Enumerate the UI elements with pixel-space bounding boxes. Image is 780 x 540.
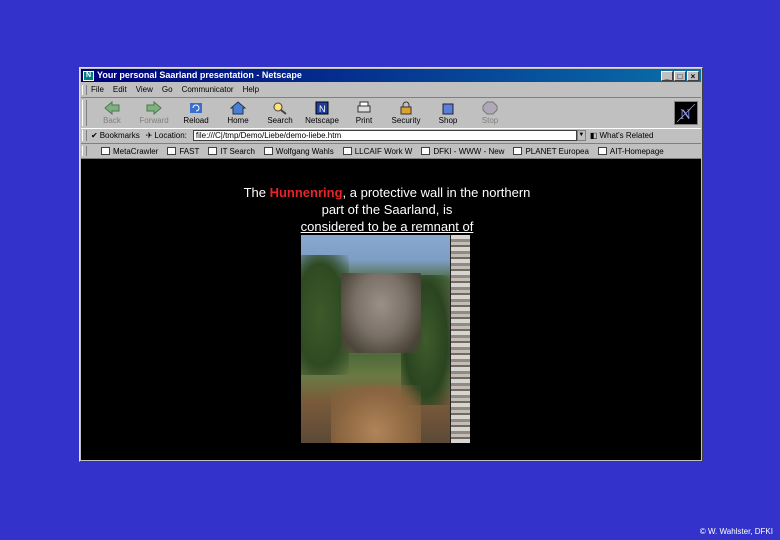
forward-arrow-icon — [145, 100, 163, 116]
search-icon — [271, 100, 289, 116]
browser-window: N Your personal Saarland presentation - … — [79, 67, 703, 462]
bookmark-link[interactable]: IT Search — [208, 147, 255, 156]
caption-mid: , a protective wall in the northern part… — [321, 185, 531, 217]
shop-button[interactable]: Shop — [427, 98, 469, 125]
navigation-toolbar: Back Forward Reload Home Search N Netsca… — [81, 97, 701, 129]
lock-icon — [397, 100, 415, 116]
bookmark-link[interactable]: AIT-Homepage — [597, 147, 664, 156]
bookmark-page-icon — [167, 147, 177, 155]
photo-stone-wall — [451, 235, 470, 443]
home-label: Home — [227, 116, 249, 125]
photo-path — [331, 385, 421, 443]
netscape-icon: N — [313, 100, 331, 116]
location-bar: ✔ Bookmarks ✈ Location: file:///C|/tmp/D… — [81, 128, 701, 144]
search-label: Search — [267, 116, 293, 125]
search-button[interactable]: Search — [259, 98, 301, 125]
bookmark-page-icon — [513, 147, 523, 155]
menu-help[interactable]: Help — [243, 83, 259, 96]
menu-communicator[interactable]: Communicator — [182, 83, 234, 96]
bookmark-link[interactable]: DFKI - WWW - New — [421, 147, 504, 156]
toolbar-grip[interactable] — [82, 100, 87, 126]
menu-edit[interactable]: Edit — [113, 83, 127, 96]
bookmark-link[interactable]: LLCAIF Work W — [342, 147, 412, 156]
shop-icon — [439, 100, 457, 116]
home-icon — [229, 100, 247, 116]
copyright-notice: © W. Wahlster, DFKI — [699, 527, 773, 536]
personal-grip[interactable] — [82, 146, 87, 156]
reload-label: Reload — [183, 116, 209, 125]
stop-button[interactable]: Stop — [469, 98, 511, 125]
whats-related-label: What's Related — [599, 131, 654, 140]
bookmark-link[interactable]: Wolfgang Wahls — [263, 147, 334, 156]
security-label: Security — [391, 116, 421, 125]
menu-view[interactable]: View — [136, 83, 153, 96]
bookmark-page-icon — [263, 147, 273, 155]
print-icon — [355, 100, 373, 116]
page-content: The Hunnenring, a protective wall in the… — [81, 159, 701, 460]
bookmarks-label: Bookmarks — [99, 131, 140, 140]
location-grip[interactable] — [82, 130, 87, 141]
bookmark-page-icon — [101, 147, 110, 155]
shop-label: Shop — [438, 116, 458, 125]
forward-label: Forward — [139, 116, 169, 125]
forward-button[interactable]: Forward — [133, 98, 175, 125]
page-caption: The Hunnenring, a protective wall in the… — [235, 184, 539, 235]
svg-text:N: N — [319, 104, 326, 114]
print-label: Print — [355, 116, 373, 125]
bookmarks-icon: ✔ — [91, 131, 98, 140]
bookmark-page-icon — [342, 147, 352, 155]
stop-label: Stop — [481, 116, 499, 125]
location-label-wrap: ✈ Location: — [146, 131, 187, 140]
bookmark-page-icon — [421, 147, 431, 155]
url-dropdown-button[interactable]: ▼ — [576, 130, 586, 141]
window-title: Your personal Saarland presentation - Ne… — [97, 70, 302, 80]
bookmark-page-icon — [208, 147, 218, 155]
netscape-button[interactable]: N Netscape — [301, 98, 343, 125]
netscape-throbber[interactable]: N — [674, 101, 698, 125]
url-input[interactable]: file:///C|/tmp/Demo/Liebe/demo-liebe.htm — [192, 130, 577, 141]
netscape-label: Netscape — [305, 116, 339, 125]
maximize-button[interactable]: □ — [674, 70, 686, 81]
print-button[interactable]: Print — [343, 98, 385, 125]
home-button[interactable]: Home — [217, 98, 259, 125]
menu-bar: File Edit View Go Communicator Help — [81, 83, 701, 96]
reload-button[interactable]: Reload — [175, 98, 217, 125]
bookmarks-button[interactable]: ✔ Bookmarks — [91, 131, 140, 140]
bookmark-page-icon — [597, 147, 607, 155]
title-bar[interactable]: N Your personal Saarland presentation - … — [81, 69, 701, 82]
back-label: Back — [103, 116, 121, 125]
bookmark-link[interactable]: PLANET Europea — [513, 147, 589, 156]
location-label: Location: — [154, 131, 187, 140]
stop-icon — [481, 100, 499, 116]
minimize-button[interactable]: _ — [661, 70, 673, 81]
hunnenring-link[interactable]: Hunnenring — [270, 185, 343, 200]
caption-pre: The — [243, 185, 266, 200]
page-proxy-icon[interactable]: ✈ — [146, 131, 153, 140]
bookmark-link[interactable]: MetaCrawler — [101, 147, 158, 156]
caption-underlined: considered to be a remnant of — [300, 219, 474, 234]
close-button[interactable]: × — [687, 70, 699, 81]
security-button[interactable]: Security — [385, 98, 427, 125]
menu-file[interactable]: File — [91, 83, 104, 96]
menu-go[interactable]: Go — [162, 83, 173, 96]
hunnenring-photo — [301, 235, 470, 443]
bookmark-link[interactable]: FAST — [167, 147, 199, 156]
back-arrow-icon — [103, 100, 121, 116]
netscape-logo-icon: N — [83, 70, 94, 81]
personal-toolbar: MetaCrawler FAST IT Search Wolfgang Wahl… — [81, 144, 701, 159]
reload-icon — [187, 100, 205, 116]
back-button[interactable]: Back — [91, 98, 133, 125]
netscape-throbber-icon: N — [675, 102, 697, 124]
photo-rock — [341, 273, 421, 353]
whats-related-button[interactable]: ◧ What's Related — [590, 131, 654, 140]
whats-related-icon: ◧ — [589, 131, 598, 140]
menu-grip[interactable] — [82, 84, 87, 95]
